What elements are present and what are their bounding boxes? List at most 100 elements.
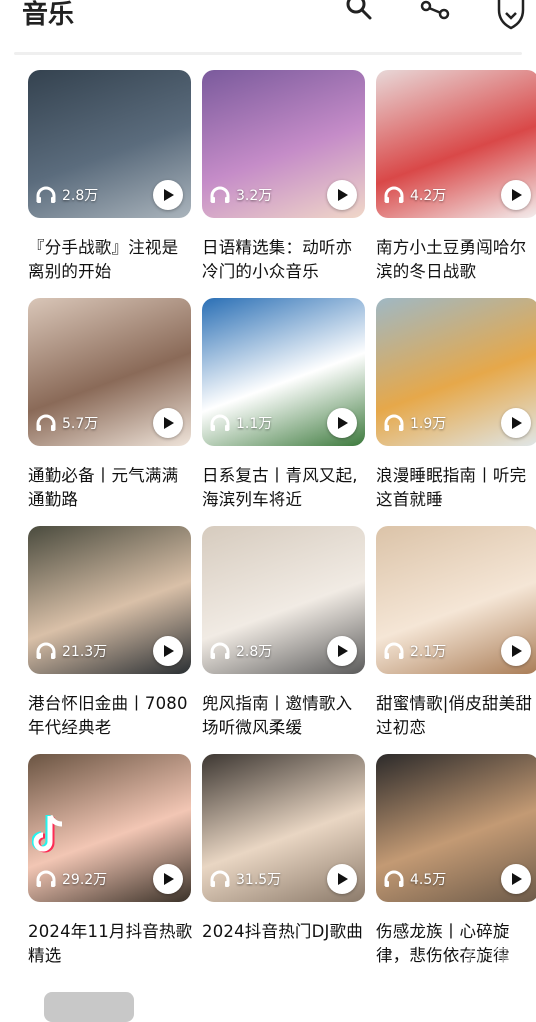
play-count-text: 2.1万: [410, 644, 447, 660]
play-icon: [512, 873, 522, 885]
playlist-cover[interactable]: 31.5万: [202, 754, 365, 902]
playlist-cover[interactable]: 5.7万: [28, 298, 191, 446]
play-count-text: 3.2万: [236, 188, 273, 204]
play-count: 29.2万: [36, 869, 107, 889]
play-count-text: 2.8万: [62, 188, 99, 204]
headphones-icon: [210, 870, 230, 887]
playlist-title[interactable]: 甜蜜情歌|俏皮甜美甜过初恋: [376, 692, 536, 740]
header-divider: [14, 52, 522, 55]
playlist-card[interactable]: 4.2万 南方小土豆勇闯哈尔滨的冬日战歌: [376, 70, 536, 298]
playlist-cover[interactable]: 29.2万: [28, 754, 191, 902]
play-icon: [164, 189, 174, 201]
play-count: 3.2万: [210, 185, 272, 205]
headphones-icon: [36, 870, 56, 887]
play-icon: [512, 417, 522, 429]
play-count-text: 21.3万: [62, 644, 108, 660]
playlist-title[interactable]: 兜风指南丨邀情歌入场听微风柔缓: [202, 692, 368, 740]
watermark-logo: 九游: [459, 941, 516, 974]
playlist-title[interactable]: 『分手战歌』注视是离别的开始: [28, 236, 194, 284]
playlist-grid: 2.8万 『分手战歌』注视是离别的开始 3.2万 日语精选集：动听亦冷门的小众音…: [28, 70, 536, 982]
playlist-card[interactable]: 29.2万 2024年11月抖音热歌精选: [28, 754, 194, 982]
page-title: 音乐: [22, 0, 75, 30]
play-count: 2.1万: [384, 641, 446, 661]
play-button[interactable]: [153, 864, 183, 894]
play-icon: [338, 645, 348, 657]
playlist-title[interactable]: 2024抖音热门DJ歌曲: [202, 920, 368, 968]
playlist-card[interactable]: 31.5万 2024抖音热门DJ歌曲: [202, 754, 365, 982]
play-count: 5.7万: [36, 413, 98, 433]
playlist-card[interactable]: 2.8万 兜风指南丨邀情歌入场听微风柔缓: [202, 526, 365, 754]
play-icon: [338, 417, 348, 429]
play-count: 21.3万: [36, 641, 107, 661]
play-icon: [338, 189, 348, 201]
playlist-card[interactable]: 21.3万 港台怀旧金曲丨7080年代经典老: [28, 526, 191, 754]
playlist-card[interactable]: 1.1万 日系复古丨青风又起,海滨列车将近: [202, 298, 365, 526]
play-button[interactable]: [327, 636, 357, 666]
play-button[interactable]: [327, 180, 357, 210]
playlist-title[interactable]: 日语精选集：动听亦冷门的小众音乐: [202, 236, 368, 284]
play-count-text: 5.7万: [62, 416, 99, 432]
play-count: 4.5万: [384, 869, 446, 889]
play-count: 1.9万: [384, 413, 446, 433]
play-icon: [164, 417, 174, 429]
play-count-text: 2.8万: [236, 644, 273, 660]
playlist-title[interactable]: 通勤必备丨元气满满通勤路: [28, 464, 194, 512]
play-count-text: 31.5万: [236, 872, 282, 888]
play-button[interactable]: [327, 408, 357, 438]
playlist-card[interactable]: 1.9万 浪漫睡眠指南丨听完这首就睡: [376, 298, 536, 526]
playlist-title[interactable]: 日系复古丨青风又起,海滨列车将近: [202, 464, 368, 512]
playlist-title[interactable]: 港台怀旧金曲丨7080年代经典老: [28, 692, 194, 740]
playlist-card[interactable]: 2.1万 甜蜜情歌|俏皮甜美甜过初恋: [376, 526, 536, 754]
search-icon[interactable]: [344, 0, 374, 30]
headphones-icon: [36, 642, 56, 659]
play-icon: [512, 189, 522, 201]
playlist-cover[interactable]: 1.9万: [376, 298, 536, 446]
playlist-cover[interactable]: 4.5万: [376, 754, 536, 902]
play-button[interactable]: [501, 180, 531, 210]
play-button[interactable]: [153, 180, 183, 210]
play-icon: [512, 645, 522, 657]
shield-icon[interactable]: [496, 0, 526, 30]
play-button[interactable]: [501, 864, 531, 894]
play-button[interactable]: [327, 864, 357, 894]
playlist-card[interactable]: 3.2万 日语精选集：动听亦冷门的小众音乐: [202, 70, 365, 298]
play-count: 31.5万: [210, 869, 281, 889]
playlist-card[interactable]: 5.7万 通勤必备丨元气满满通勤路: [28, 298, 191, 526]
headphones-icon: [384, 642, 404, 659]
playlist-cover[interactable]: 21.3万: [28, 526, 191, 674]
bottom-partial-card[interactable]: [44, 992, 134, 1022]
play-button[interactable]: [501, 408, 531, 438]
playlist-title[interactable]: 2024年11月抖音热歌精选: [28, 920, 194, 968]
play-button[interactable]: [501, 636, 531, 666]
play-count: 4.2万: [384, 185, 446, 205]
headphones-icon: [210, 414, 230, 431]
playlist-cover[interactable]: 1.1万: [202, 298, 365, 446]
play-count: 2.8万: [36, 185, 98, 205]
playlist-card[interactable]: 2.8万 『分手战歌』注视是离别的开始: [28, 70, 191, 298]
play-button[interactable]: [153, 636, 183, 666]
play-count: 2.8万: [210, 641, 272, 661]
tiktok-logo-icon: [31, 814, 68, 854]
headphones-icon: [384, 186, 404, 203]
headphones-icon: [384, 414, 404, 431]
play-button[interactable]: [153, 408, 183, 438]
headphones-icon: [36, 414, 56, 431]
play-count-text: 1.1万: [236, 416, 273, 432]
play-count-text: 29.2万: [62, 872, 108, 888]
playlist-cover[interactable]: 4.2万: [376, 70, 536, 218]
playlist-cover[interactable]: 2.1万: [376, 526, 536, 674]
header: 音乐: [0, 0, 536, 50]
playlist-title[interactable]: 南方小土豆勇闯哈尔滨的冬日战歌: [376, 236, 536, 284]
play-icon: [164, 645, 174, 657]
play-count-text: 1.9万: [410, 416, 447, 432]
share-icon[interactable]: [420, 0, 450, 30]
play-icon: [164, 873, 174, 885]
play-count-text: 4.5万: [410, 872, 447, 888]
headphones-icon: [210, 186, 230, 203]
play-count: 1.1万: [210, 413, 272, 433]
playlist-cover[interactable]: 2.8万: [202, 526, 365, 674]
play-count-text: 4.2万: [410, 188, 447, 204]
playlist-title[interactable]: 浪漫睡眠指南丨听完这首就睡: [376, 464, 536, 512]
playlist-cover[interactable]: 2.8万: [28, 70, 191, 218]
playlist-cover[interactable]: 3.2万: [202, 70, 365, 218]
